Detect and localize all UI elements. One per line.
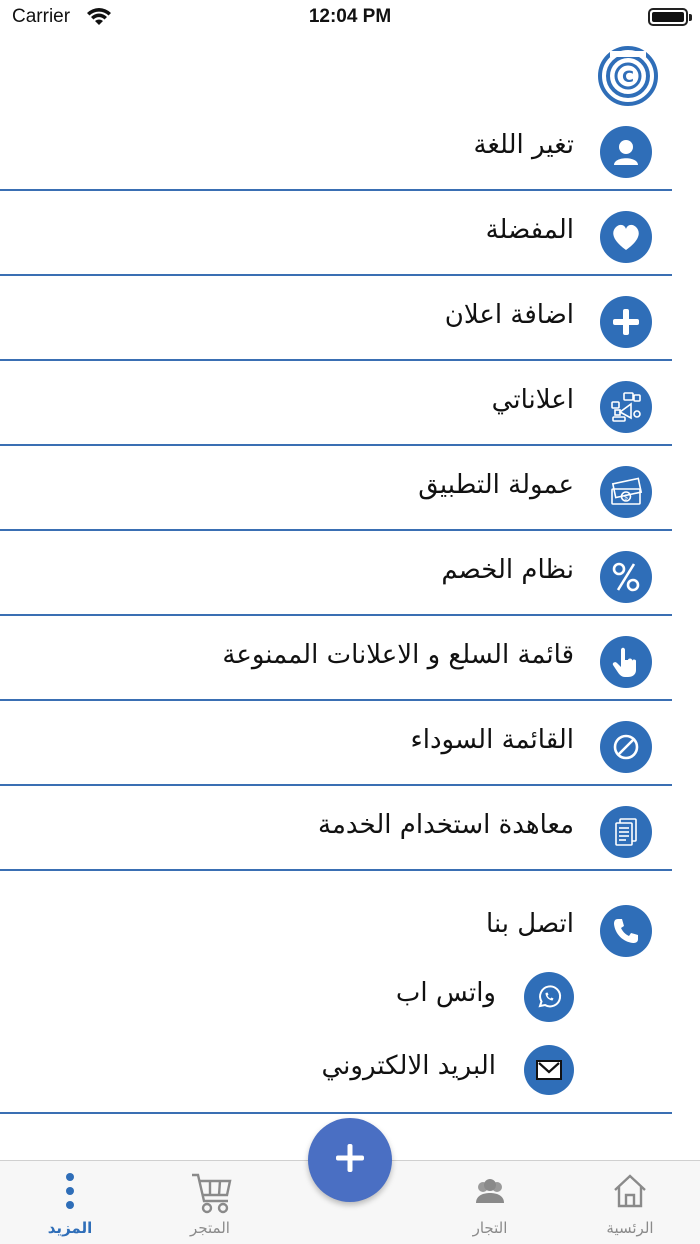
menu-item-label: المفضلة <box>485 215 574 245</box>
tab-label: المزيد <box>47 1219 93 1237</box>
menu-item-label: اعلاناتي <box>491 385 574 415</box>
menu-item-terms-of-service[interactable]: معاهدة استخدام الخدمة <box>0 786 672 871</box>
tab-home[interactable]: الرئسية <box>570 1161 690 1244</box>
svg-text:$: $ <box>624 494 628 502</box>
whatsapp-icon <box>524 972 574 1022</box>
settings-menu: تغير اللغة المفضلة اضافة اعلان اعلاناتي … <box>0 106 672 1114</box>
tab-merchants[interactable]: التجار <box>430 1161 550 1244</box>
tab-label: التجار <box>472 1219 508 1237</box>
home-icon <box>610 1171 650 1211</box>
tab-more[interactable]: المزيد <box>10 1161 130 1244</box>
svg-text:C: C <box>622 67 634 86</box>
menu-item-favorites[interactable]: المفضلة <box>0 191 672 276</box>
heart-icon <box>600 211 652 263</box>
add-ad-fab-button[interactable] <box>308 1118 392 1202</box>
contact-us-label: اتصل بنا <box>486 909 574 939</box>
user-icon <box>600 126 652 178</box>
plus-icon <box>600 296 652 348</box>
hand-pointer-icon <box>600 636 652 688</box>
email-label: البريد الالكتروني <box>321 1051 496 1081</box>
whatsapp-label: واتس اب <box>395 978 496 1008</box>
menu-item-label: معاهدة استخدام الخدمة <box>318 810 574 840</box>
menu-item-app-commission[interactable]: $ عمولة التطبيق <box>0 446 672 531</box>
menu-item-label: اضافة اعلان <box>444 300 574 330</box>
contact-email[interactable]: البريد الالكتروني <box>174 1045 574 1097</box>
battery-icon <box>648 8 692 26</box>
more-dots-icon <box>50 1171 90 1211</box>
clock: 12:04 PM <box>308 6 392 27</box>
phone-icon <box>600 905 652 957</box>
menu-item-label: قائمة السلع و الاعلانات الممنوعة <box>222 640 574 670</box>
percent-icon <box>600 551 652 603</box>
plus-icon <box>333 1141 367 1179</box>
menu-item-label: نظام الخصم <box>441 555 574 585</box>
menu-item-my-ads[interactable]: اعلاناتي <box>0 361 672 446</box>
money-icon: $ <box>600 466 652 518</box>
menu-item-discount-system[interactable]: نظام الخصم <box>0 531 672 616</box>
tab-store[interactable]: المتجر <box>150 1161 270 1244</box>
menu-item-label: عمولة التطبيق <box>418 470 574 500</box>
ads-icon <box>600 381 652 433</box>
contact-us-section: اتصل بنا واتس اب البريد الالكتروني <box>0 871 672 1114</box>
menu-item-blacklist[interactable]: القائمة السوداء <box>0 701 672 786</box>
block-icon <box>600 721 652 773</box>
cart-icon <box>190 1171 232 1214</box>
menu-item-label: تغير اللغة <box>473 130 574 160</box>
document-icon <box>600 806 652 858</box>
status-bar: Carrier 12:04 PM <box>0 0 700 36</box>
merchants-icon <box>470 1171 510 1211</box>
menu-item-change-language[interactable]: تغير اللغة <box>0 106 672 191</box>
menu-item-label: القائمة السوداء <box>410 725 575 755</box>
menu-item-prohibited-items[interactable]: قائمة السلع و الاعلانات الممنوعة <box>0 616 672 701</box>
tab-label: الرئسية <box>606 1219 654 1237</box>
menu-item-add-ad[interactable]: اضافة اعلان <box>0 276 672 361</box>
tab-label: المتجر <box>190 1219 230 1237</box>
mail-icon <box>524 1045 574 1095</box>
contact-whatsapp[interactable]: واتس اب <box>174 972 574 1024</box>
city-of-pieces-logo: C <box>596 44 660 108</box>
